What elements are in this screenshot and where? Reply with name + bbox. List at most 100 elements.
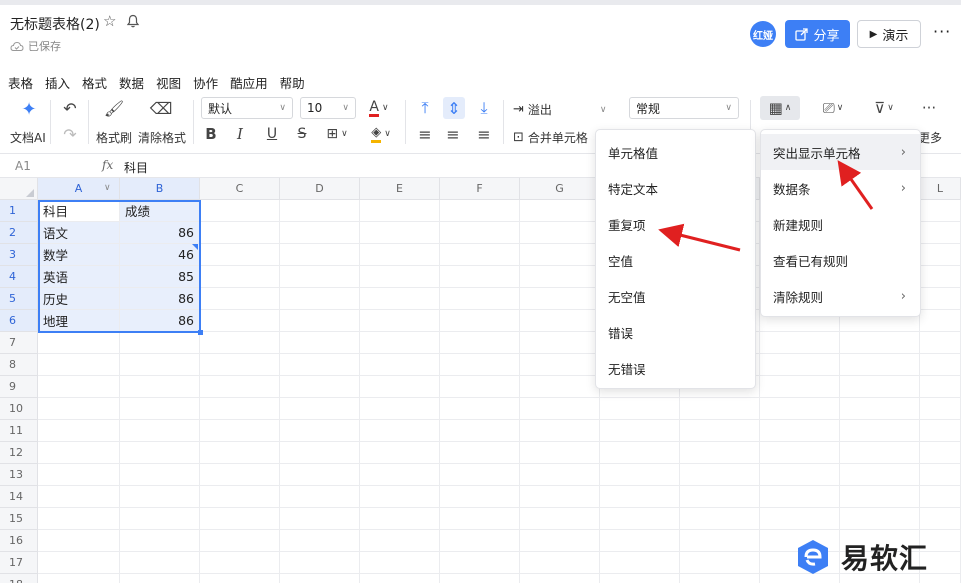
format-brush-icon[interactable]: 🖌 (104, 98, 124, 118)
empty-cell[interactable] (360, 442, 440, 464)
empty-cell[interactable] (760, 486, 840, 508)
empty-cell[interactable] (760, 354, 840, 376)
empty-cell[interactable] (38, 398, 120, 420)
empty-cell[interactable] (120, 398, 200, 420)
empty-cell[interactable] (200, 244, 280, 266)
empty-cell[interactable] (840, 354, 920, 376)
empty-cell[interactable] (200, 574, 280, 583)
empty-cell[interactable] (280, 332, 360, 354)
empty-cell[interactable] (360, 310, 440, 332)
empty-cell[interactable] (38, 442, 120, 464)
empty-cell[interactable] (38, 530, 120, 552)
empty-cell[interactable] (760, 376, 840, 398)
empty-cell[interactable] (680, 398, 760, 420)
more-tools-icon[interactable]: ··· (917, 97, 941, 119)
font-color-icon[interactable]: A ∨ (364, 97, 394, 119)
empty-cell[interactable] (120, 486, 200, 508)
empty-cell[interactable] (680, 508, 760, 530)
empty-cell[interactable] (840, 486, 920, 508)
row-header[interactable]: 8 (0, 354, 38, 376)
empty-cell[interactable] (680, 486, 760, 508)
empty-cell[interactable] (920, 508, 961, 530)
menu-item-help[interactable]: 帮助 (280, 73, 305, 92)
submenu-item-duplicates[interactable]: 重复项 (596, 206, 755, 242)
empty-cell[interactable] (280, 376, 360, 398)
empty-cell[interactable] (600, 508, 680, 530)
empty-cell[interactable] (280, 420, 360, 442)
empty-cell[interactable] (840, 398, 920, 420)
table-cell[interactable]: 英语 (38, 266, 120, 288)
empty-cell[interactable] (38, 508, 120, 530)
italic-icon[interactable]: I (230, 124, 250, 144)
empty-cell[interactable] (520, 244, 600, 266)
empty-cell[interactable] (520, 552, 600, 574)
empty-cell[interactable] (200, 222, 280, 244)
table-cell[interactable]: 86 (120, 288, 200, 310)
row-header[interactable]: 9 (0, 376, 38, 398)
empty-cell[interactable] (520, 486, 600, 508)
empty-cell[interactable] (360, 354, 440, 376)
empty-cell[interactable] (840, 420, 920, 442)
empty-cell[interactable] (520, 200, 600, 222)
empty-cell[interactable] (360, 222, 440, 244)
empty-cell[interactable] (200, 266, 280, 288)
align-right-icon[interactable]: ≡ (474, 124, 494, 144)
empty-cell[interactable] (200, 420, 280, 442)
menu-item-format[interactable]: 格式 (82, 73, 107, 92)
table-cell[interactable]: 历史 (38, 288, 120, 310)
empty-cell[interactable] (920, 244, 961, 266)
empty-cell[interactable] (280, 574, 360, 583)
document-title[interactable]: 无标题表格(2) (10, 14, 100, 34)
empty-cell[interactable] (520, 530, 600, 552)
empty-cell[interactable] (520, 574, 600, 583)
column-menu-chevron-icon[interactable]: ∨ (104, 183, 111, 193)
empty-cell[interactable] (360, 486, 440, 508)
column-header[interactable]: D (280, 178, 360, 200)
empty-cell[interactable] (760, 398, 840, 420)
table-cell[interactable]: 85 (120, 266, 200, 288)
empty-cell[interactable] (360, 552, 440, 574)
empty-cell[interactable] (200, 332, 280, 354)
submenu-item-no-errors[interactable]: 无错误 (596, 350, 755, 386)
empty-cell[interactable] (120, 442, 200, 464)
empty-cell[interactable] (440, 376, 520, 398)
empty-cell[interactable] (440, 288, 520, 310)
empty-cell[interactable] (520, 398, 600, 420)
empty-cell[interactable] (280, 464, 360, 486)
empty-cell[interactable] (440, 420, 520, 442)
empty-cell[interactable] (920, 442, 961, 464)
empty-cell[interactable] (360, 376, 440, 398)
empty-cell[interactable] (360, 508, 440, 530)
empty-cell[interactable] (920, 222, 961, 244)
empty-cell[interactable] (360, 288, 440, 310)
table-cell[interactable]: 46 (120, 244, 200, 266)
empty-cell[interactable] (520, 266, 600, 288)
empty-cell[interactable] (600, 420, 680, 442)
empty-cell[interactable] (120, 574, 200, 583)
empty-cell[interactable] (38, 420, 120, 442)
empty-cell[interactable] (200, 310, 280, 332)
row-header[interactable]: 4 (0, 266, 38, 288)
empty-cell[interactable] (280, 508, 360, 530)
empty-cell[interactable] (360, 200, 440, 222)
submenu-item-cell-value[interactable]: 单元格值 (596, 134, 755, 170)
empty-cell[interactable] (840, 508, 920, 530)
row-header[interactable]: 1 (0, 200, 38, 222)
menu-item-table[interactable]: 表格 (8, 73, 33, 92)
cf-menu-item-clear-rules[interactable]: 清除规则 › (761, 278, 920, 314)
column-header[interactable]: F (440, 178, 520, 200)
empty-cell[interactable] (840, 376, 920, 398)
empty-cell[interactable] (120, 420, 200, 442)
empty-cell[interactable] (360, 398, 440, 420)
empty-cell[interactable] (760, 442, 840, 464)
empty-cell[interactable] (840, 442, 920, 464)
empty-cell[interactable] (120, 332, 200, 354)
row-header[interactable]: 18 (0, 574, 38, 583)
share-button[interactable]: 分享 (785, 20, 850, 48)
empty-cell[interactable] (200, 508, 280, 530)
filter-icon[interactable]: ⊽ ∨ (866, 97, 902, 119)
empty-cell[interactable] (360, 420, 440, 442)
empty-cell[interactable] (280, 442, 360, 464)
empty-cell[interactable] (200, 486, 280, 508)
empty-cell[interactable] (38, 486, 120, 508)
